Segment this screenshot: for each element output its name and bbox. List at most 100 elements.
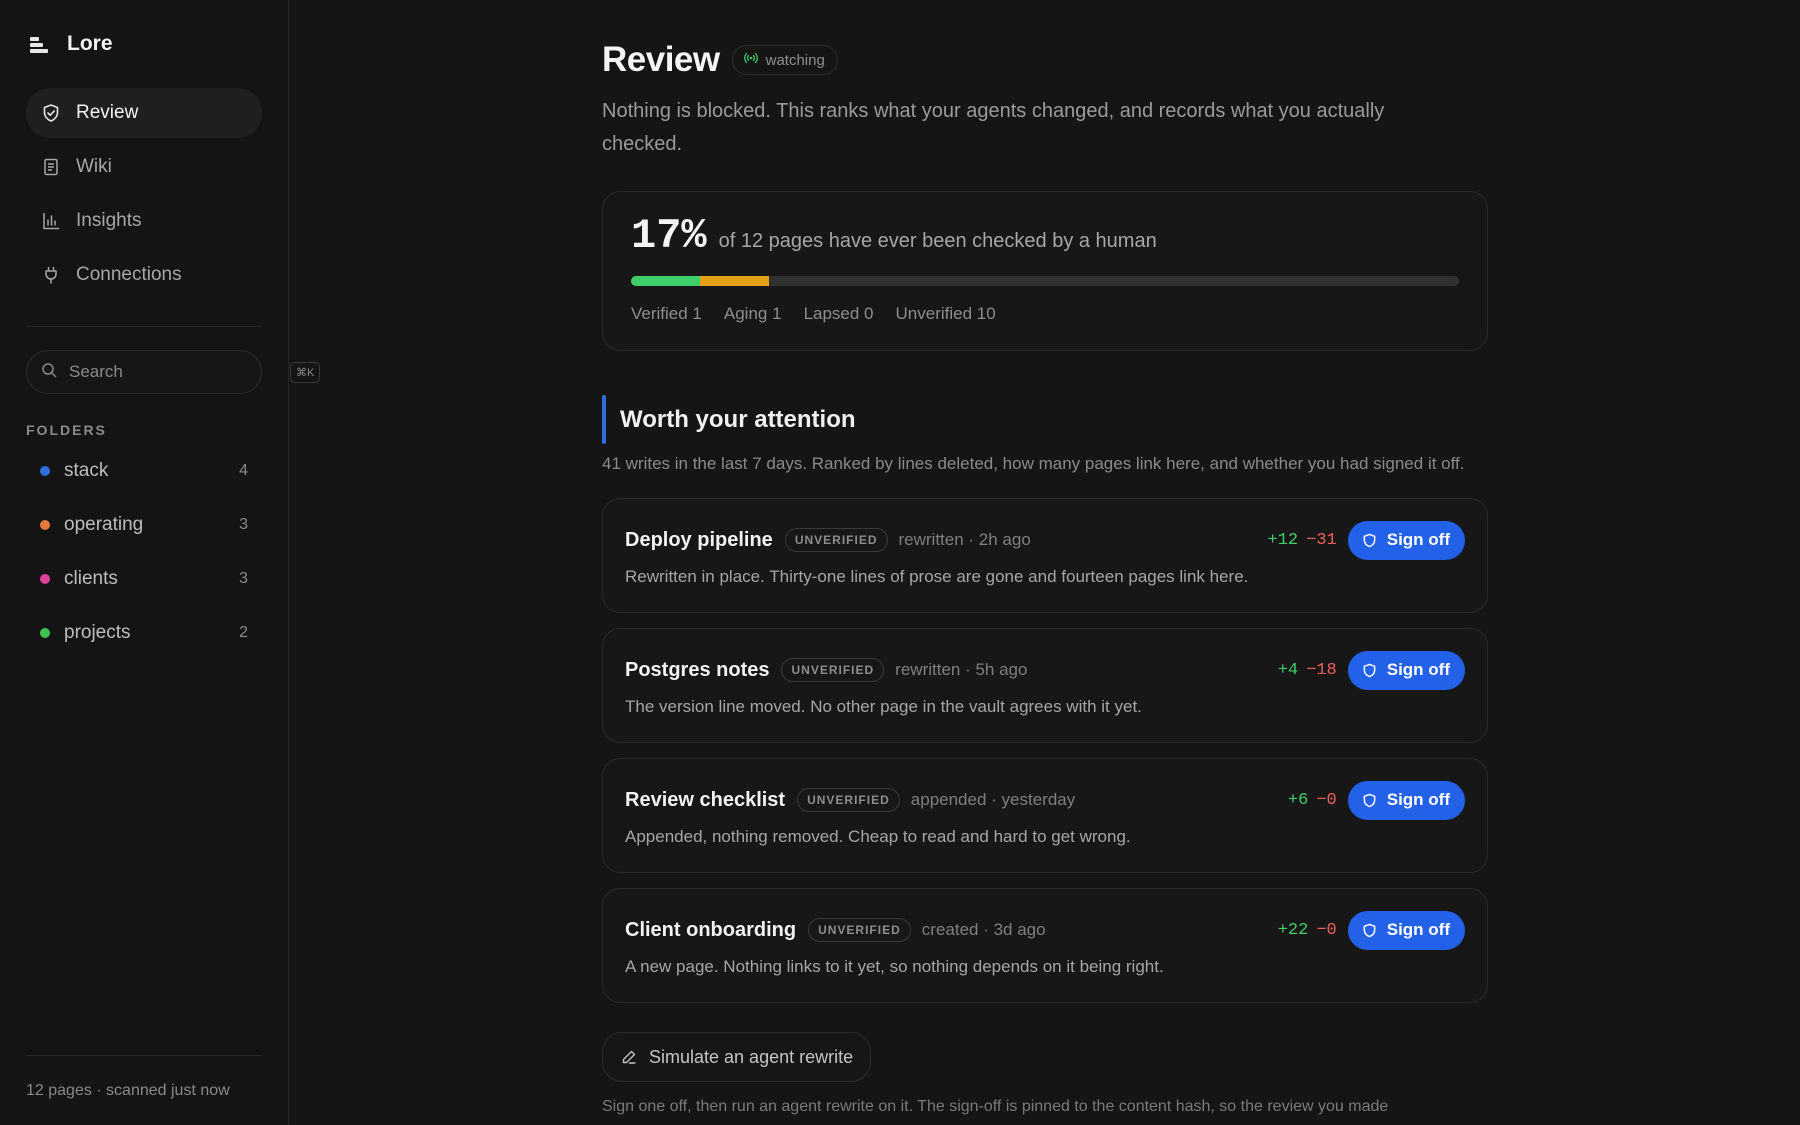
item-title[interactable]: Deploy pipeline: [625, 529, 773, 552]
lines-added: +4: [1277, 660, 1299, 680]
search-box[interactable]: ⌘K: [26, 350, 321, 394]
plug-icon: [41, 265, 61, 285]
section-accent-bar: [602, 395, 606, 444]
lines-deleted: −0: [1316, 790, 1337, 810]
sidebar-footer-status: 12 pages · scanned just now: [26, 1055, 262, 1125]
progress-segment-verified: [631, 276, 700, 286]
item-meta: rewritten · 5h ago: [895, 660, 1028, 679]
folder-item-clients[interactable]: clients 3: [26, 552, 262, 606]
folder-color-dot: [40, 574, 50, 584]
item-title[interactable]: Client onboarding: [625, 919, 796, 942]
sign-off-button[interactable]: Sign off: [1347, 650, 1465, 690]
status-badge: UNVERIFIED: [781, 658, 885, 682]
lines-added: +12: [1267, 530, 1299, 550]
folder-item-operating[interactable]: operating 3: [26, 498, 262, 552]
sign-off-label: Sign off: [1386, 660, 1450, 679]
folder-name: stack: [64, 460, 109, 481]
shield-icon: [1363, 533, 1376, 547]
app-name: Lore: [67, 32, 113, 55]
watching-status-badge: watching: [731, 45, 838, 75]
folders-heading: FOLDERS: [26, 422, 107, 438]
bar-chart-icon: [41, 211, 61, 231]
legend-lapsed: Lapsed 0: [803, 304, 874, 323]
footnote-text: Sign one off, then run an agent rewrite …: [602, 1098, 1389, 1115]
nav-item-label: Connections: [76, 264, 182, 285]
title-row: Review watching: [602, 40, 1488, 80]
legend-aging: Aging 1: [723, 304, 782, 323]
sign-off-button[interactable]: Sign off: [1347, 780, 1465, 820]
pencil-icon: [622, 1050, 636, 1064]
nav-item-label: Wiki: [76, 156, 112, 177]
verified-percent: 17%: [631, 212, 707, 260]
item-description: Rewritten in place. Thirty-one lines of …: [625, 567, 1249, 586]
review-item-list: Deploy pipeline UNVERIFIED rewritten · 2…: [602, 498, 1488, 1003]
section-title: Worth your attention: [620, 405, 856, 433]
folder-item-stack[interactable]: stack 4: [26, 444, 262, 498]
review-item[interactable]: Deploy pipeline UNVERIFIED rewritten · 2…: [602, 498, 1488, 613]
verification-stats-card: 17% of 12 pages have ever been checked b…: [602, 191, 1488, 351]
folder-color-dot: [40, 466, 50, 476]
item-description: Appended, nothing removed. Cheap to read…: [625, 827, 1131, 846]
nav-item-review[interactable]: Review: [26, 88, 262, 138]
simulate-button-label: Simulate an agent rewrite: [649, 1046, 854, 1067]
stats-legend: Verified 1 Aging 1 Lapsed 0 Unverified 1…: [631, 304, 1459, 324]
item-meta: rewritten · 2h ago: [898, 530, 1031, 549]
sign-off-label: Sign off: [1386, 790, 1450, 809]
item-meta: created · 3d ago: [921, 920, 1046, 939]
folder-count: 4: [239, 462, 248, 479]
status-badge: UNVERIFIED: [797, 788, 900, 812]
folder-color-dot: [40, 628, 50, 638]
brand[interactable]: Lore: [26, 0, 262, 88]
nav-item-wiki[interactable]: Wiki: [26, 142, 262, 192]
sidebar-nav: Review Wiki Insights Connections: [26, 88, 262, 300]
sign-off-button[interactable]: Sign off: [1347, 520, 1465, 560]
review-item[interactable]: Client onboarding UNVERIFIED created · 3…: [602, 888, 1488, 1003]
shield-icon: [1363, 663, 1376, 677]
lore-logo-icon: [30, 35, 48, 53]
broadcast-icon: [743, 51, 766, 69]
folder-count: 3: [239, 516, 248, 533]
main-panel: Review watching Nothing is blocked. This…: [289, 0, 1800, 1125]
folder-item-projects[interactable]: projects 2: [26, 606, 262, 660]
review-content: Review watching Nothing is blocked. This…: [602, 0, 1488, 1116]
nav-item-insights[interactable]: Insights: [26, 196, 262, 246]
sign-off-label: Sign off: [1386, 920, 1450, 939]
sign-off-button[interactable]: Sign off: [1347, 910, 1465, 950]
lines-deleted: −0: [1316, 920, 1337, 940]
progress-segment-aging: [699, 276, 769, 286]
folder-name: clients: [64, 568, 118, 589]
item-title[interactable]: Review checklist: [625, 789, 785, 812]
section-subtitle: 41 writes in the last 7 days. Ranked by …: [602, 454, 1465, 473]
item-meta: appended · yesterday: [910, 790, 1076, 809]
search-icon: [41, 362, 69, 383]
sign-off-label: Sign off: [1386, 530, 1450, 549]
item-description: A new page. Nothing links to it yet, so …: [625, 957, 1164, 976]
legend-unverified: Unverified 10: [895, 304, 996, 323]
verification-progress-bar: [631, 276, 1459, 286]
folder-count: 2: [239, 624, 248, 641]
review-item[interactable]: Postgres notes UNVERIFIED rewritten · 5h…: [602, 628, 1488, 743]
lines-deleted: −31: [1306, 530, 1337, 550]
shield-check-icon: [41, 103, 61, 123]
page-subtitle: Nothing is blocked. This ranks what your…: [602, 100, 1385, 155]
verified-summary-text: of 12 pages have ever been checked by a …: [718, 230, 1157, 252]
sidebar: Lore Review Wiki Insights Connections Se…: [0, 0, 321, 1125]
folder-color-dot: [40, 520, 50, 530]
nav-item-label: Insights: [76, 210, 142, 231]
document-icon: [41, 157, 61, 177]
nav-item-connections[interactable]: Connections: [26, 250, 262, 300]
folder-name: operating: [64, 514, 144, 535]
search-input[interactable]: [69, 362, 290, 382]
lines-added: +6: [1287, 790, 1309, 810]
status-pill-label: watching: [765, 51, 825, 69]
lines-deleted: −18: [1306, 660, 1337, 680]
shield-icon: [1363, 793, 1376, 807]
nav-item-label: Review: [76, 102, 139, 123]
section-header: Worth your attention: [602, 395, 1488, 444]
item-title[interactable]: Postgres notes: [625, 659, 769, 682]
review-item[interactable]: Review checklist UNVERIFIED appended · y…: [602, 758, 1488, 873]
status-badge: UNVERIFIED: [808, 918, 911, 942]
simulate-agent-rewrite-button[interactable]: Simulate an agent rewrite: [602, 1032, 872, 1082]
progress-segment-unverified: [768, 276, 1459, 286]
folder-name: projects: [64, 622, 131, 643]
